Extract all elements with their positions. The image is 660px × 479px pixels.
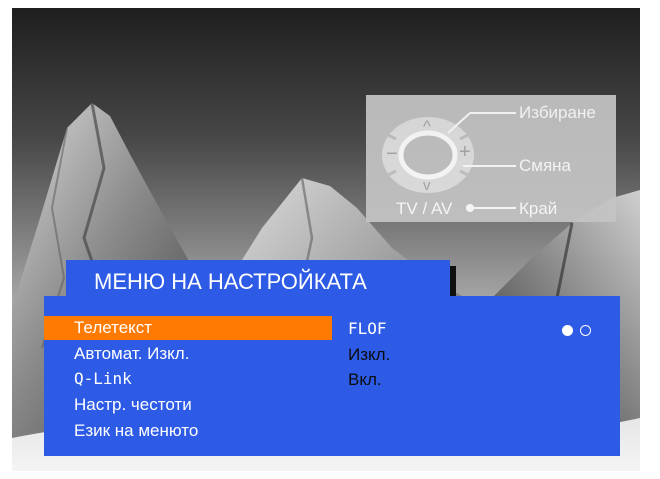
unselected-option-dot-icon bbox=[580, 325, 591, 336]
select-hint-label: Избиране bbox=[519, 103, 596, 122]
q-link-value[interactable]: Вкл. bbox=[348, 370, 382, 390]
auto-off-value[interactable]: Изкл. bbox=[348, 345, 390, 365]
menu-item-label: Настр. честоти bbox=[74, 395, 192, 414]
menu-title-bar: МЕНЮ НА НАСТРОЙКАТА bbox=[66, 260, 450, 300]
change-hint-label: Смяна bbox=[519, 156, 572, 175]
plus-icon: + bbox=[459, 141, 471, 163]
remote-control-hint-panel: ^ v − + TV / AV Избиране Смяна Край bbox=[366, 95, 616, 222]
menu-item-label: Автомат. Изкл. bbox=[74, 344, 190, 363]
option-indicator bbox=[560, 323, 604, 339]
selected-option-dot-icon bbox=[562, 325, 573, 336]
menu-item-menu-language[interactable]: Език на менюто bbox=[44, 419, 332, 443]
menu-item-q-link[interactable]: Q-Link bbox=[44, 367, 332, 391]
menu-item-auto-off[interactable]: Автомат. Изкл. bbox=[44, 342, 332, 366]
menu-item-label: Q-Link bbox=[74, 369, 132, 388]
teletext-value[interactable]: FLOF bbox=[348, 319, 387, 338]
tv-av-label: TV / AV bbox=[396, 199, 453, 218]
tv-screen: ^ v − + TV / AV Избиране Смяна Край МЕНЮ… bbox=[12, 8, 640, 471]
menu-item-label: Език на менюто bbox=[74, 421, 199, 440]
menu-item-teletext[interactable]: Телетекст bbox=[44, 316, 332, 340]
menu-item-frequency-tuning[interactable]: Настр. честоти bbox=[44, 393, 332, 417]
exit-hint-label: Край bbox=[519, 199, 558, 218]
menu-title: МЕНЮ НА НАСТРОЙКАТА bbox=[94, 269, 367, 294]
setup-menu-panel: Телетекст FLOF Автомат. Изкл. Изкл. Q-Li… bbox=[44, 296, 620, 456]
menu-item-label: Телетекст bbox=[74, 318, 153, 337]
up-arrow-icon: ^ bbox=[423, 117, 431, 136]
down-arrow-icon: v bbox=[423, 177, 431, 194]
minus-icon: − bbox=[386, 143, 398, 165]
